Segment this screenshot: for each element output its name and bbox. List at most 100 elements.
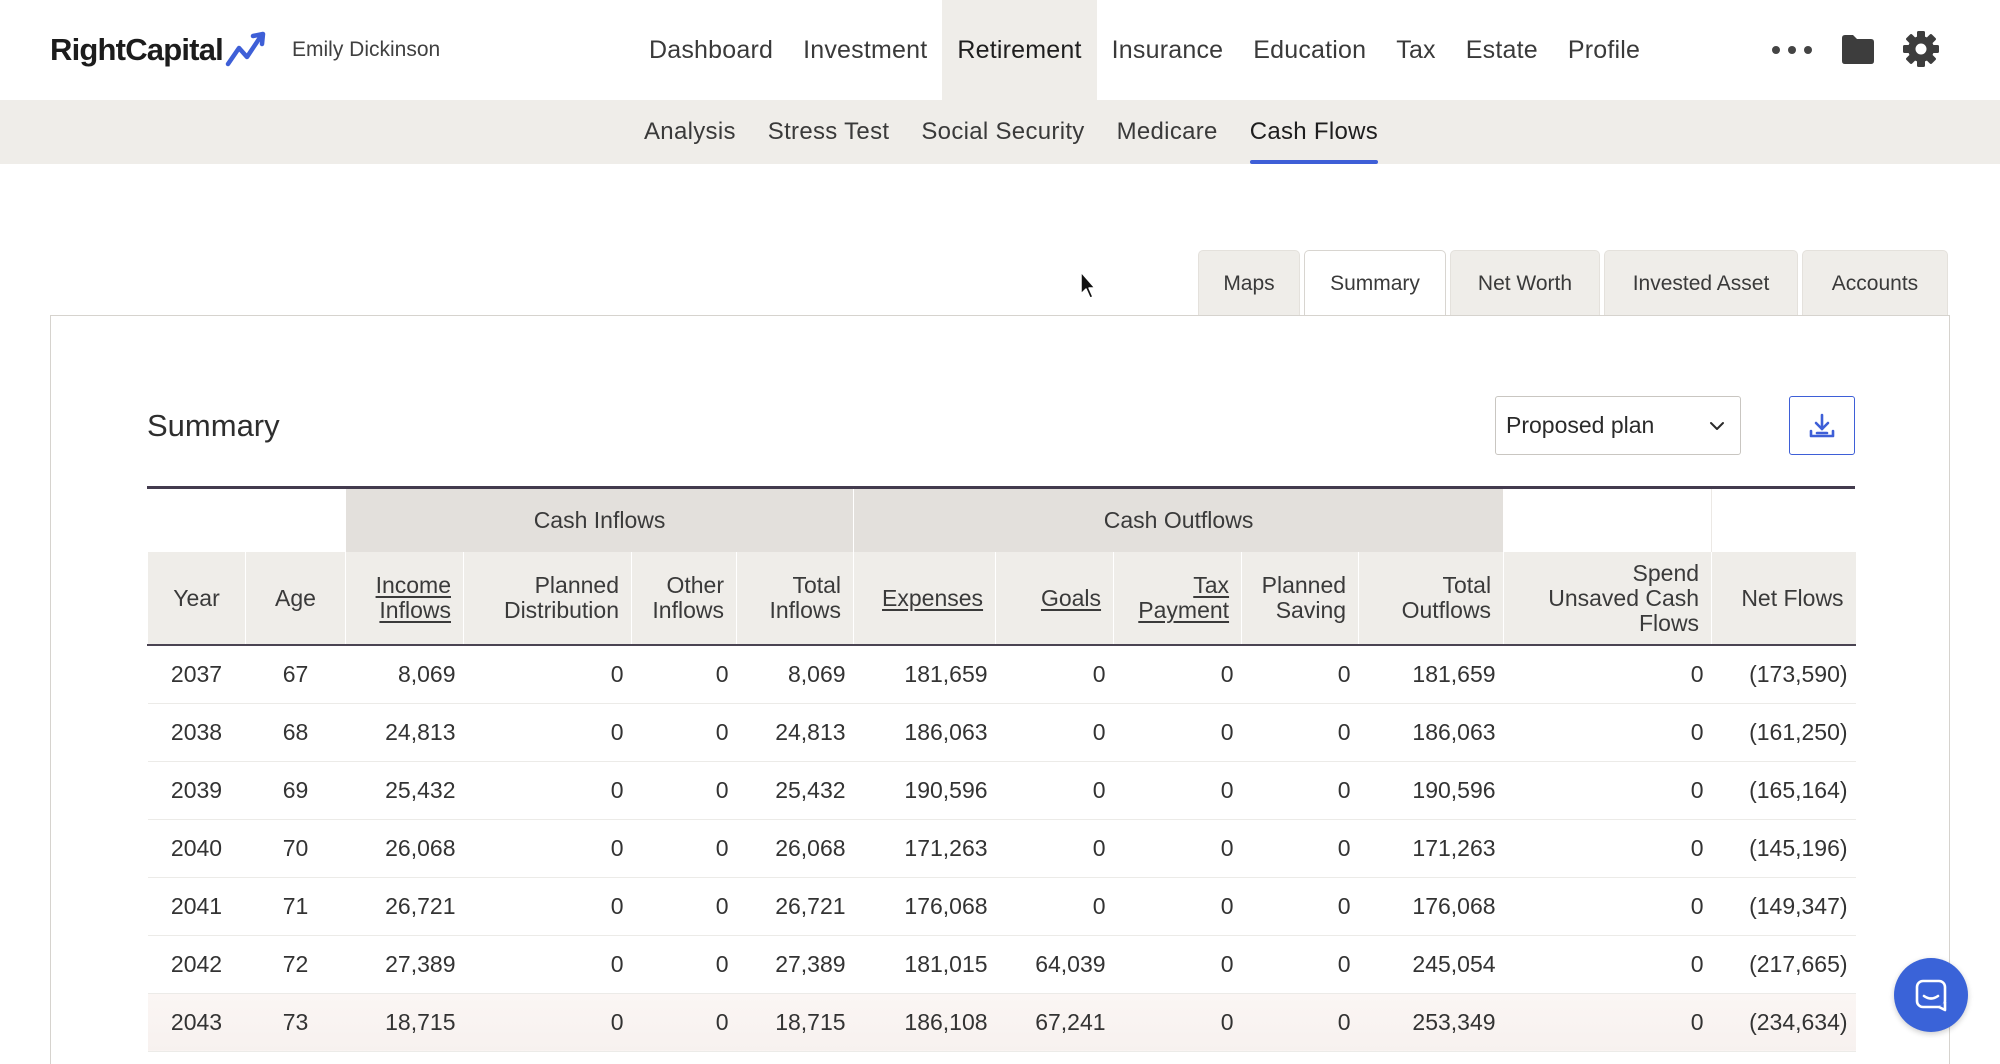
- cell-income-inflows: 27,389: [345, 935, 464, 994]
- cell-planned-distribution: 0: [463, 645, 632, 704]
- cell-total-outflows: 190,596: [1358, 761, 1504, 820]
- client-name[interactable]: Emily Dickinson: [292, 38, 440, 62]
- cell-goals: 0: [995, 703, 1114, 762]
- cell-other-inflows: 0: [631, 761, 737, 820]
- cell-expenses: 190,596: [853, 761, 996, 820]
- cell-tax-payment: 0: [1113, 819, 1242, 878]
- cell-goals: 0: [995, 645, 1114, 704]
- nav-tax[interactable]: Tax: [1381, 0, 1451, 100]
- subnav-analysis[interactable]: Analysis: [628, 100, 752, 164]
- nav-education[interactable]: Education: [1238, 0, 1381, 100]
- group-cash-inflows: Cash Inflows: [344, 489, 855, 552]
- col-year: Year: [147, 552, 246, 646]
- cell-year: 2042: [147, 935, 246, 994]
- table-body: 2037 67 8,069 0 0 8,069 181,659 0 0 0 181,659 0 (173…: [147, 645, 1856, 1052]
- cell-tax-payment: 0: [1113, 993, 1242, 1052]
- cell-age: 68: [245, 703, 346, 762]
- cell-planned-distribution: 0: [463, 935, 632, 994]
- cell-spend-unsaved-cash-flows: 0: [1503, 877, 1712, 936]
- table-row: 2037 67 8,069 0 0 8,069 181,659 0 0 0 181,659 0 (173…: [147, 645, 1856, 704]
- cell-planned-saving: 0: [1241, 877, 1359, 936]
- nav-insurance[interactable]: Insurance: [1097, 0, 1239, 100]
- subnav-social-security[interactable]: Social Security: [905, 100, 1100, 164]
- cell-expenses: 181,015: [853, 935, 996, 994]
- cell-other-inflows: 0: [631, 993, 737, 1052]
- folder-icon[interactable]: [1840, 32, 1876, 66]
- cell-total-outflows: 171,263: [1358, 819, 1504, 878]
- col-goals[interactable]: Goals: [995, 552, 1114, 646]
- table-row: 2040 70 26,068 0 0 26,068 171,263 0 0 0 171,263 0 (1…: [147, 819, 1856, 878]
- cell-expenses: 176,068: [853, 877, 996, 936]
- cell-goals: 0: [995, 877, 1114, 936]
- plan-select-value: Proposed plan: [1506, 412, 1655, 438]
- summary-panel: Summary Proposed plan Cash Inflows Cash …: [50, 315, 1950, 1064]
- page-tabs: Maps Summary Net Worth Invested Asset Ac…: [1198, 250, 1948, 317]
- cell-total-inflows: 25,432: [736, 761, 854, 820]
- col-total-inflows: Total Inflows: [735, 552, 854, 646]
- cell-income-inflows: 8,069: [345, 645, 464, 704]
- cell-planned-saving: 0: [1241, 761, 1359, 820]
- more-icon[interactable]: [1772, 40, 1812, 60]
- nav-estate[interactable]: Estate: [1451, 0, 1553, 100]
- table-row: 2042 72 27,389 0 0 27,389 181,015 64,039 0 0 245,0…: [147, 935, 1856, 994]
- cell-goals: 67,241: [995, 993, 1114, 1052]
- cell-net-flows: (173,590): [1711, 645, 1856, 704]
- tab-maps[interactable]: Maps: [1198, 250, 1300, 316]
- logo-text: RightCapital: [50, 32, 224, 67]
- cell-planned-distribution: 0: [463, 993, 632, 1052]
- tab-invested-asset[interactable]: Invested Asset: [1604, 250, 1798, 316]
- cell-net-flows: (217,665): [1711, 935, 1856, 994]
- chat-icon: [1915, 979, 1947, 1012]
- cell-tax-payment: 0: [1113, 645, 1242, 704]
- sub-nav: Analysis Stress Test Social Security Med…: [0, 100, 2000, 164]
- subnav-medicare[interactable]: Medicare: [1101, 100, 1234, 164]
- subnav-cash-flows[interactable]: Cash Flows: [1234, 100, 1394, 164]
- cell-spend-unsaved-cash-flows: 0: [1503, 993, 1712, 1052]
- plan-select[interactable]: Proposed plan: [1495, 396, 1741, 455]
- cell-age: 70: [245, 819, 346, 878]
- nav-investment[interactable]: Investment: [788, 0, 942, 100]
- group-spacer: [147, 489, 346, 552]
- cell-planned-saving: 0: [1241, 703, 1359, 762]
- tab-accounts[interactable]: Accounts: [1802, 250, 1948, 316]
- cell-planned-saving: 0: [1241, 993, 1359, 1052]
- tab-net-worth[interactable]: Net Worth: [1450, 250, 1600, 316]
- cell-planned-distribution: 0: [463, 819, 632, 878]
- nav-retirement[interactable]: Retirement: [942, 0, 1097, 100]
- cell-planned-distribution: 0: [463, 761, 632, 820]
- chat-button[interactable]: [1894, 958, 1968, 1032]
- cell-spend-unsaved-cash-flows: 0: [1503, 935, 1712, 994]
- subnav-stress-test[interactable]: Stress Test: [752, 100, 906, 164]
- cell-planned-saving: 0: [1241, 819, 1359, 878]
- cell-tax-payment: 0: [1113, 761, 1242, 820]
- cell-total-inflows: 26,068: [736, 819, 854, 878]
- cell-total-inflows: 18,715: [736, 993, 854, 1052]
- col-age: Age: [245, 552, 346, 646]
- nav-profile[interactable]: Profile: [1553, 0, 1655, 100]
- logo[interactable]: RightCapital: [50, 30, 271, 70]
- cell-total-outflows: 245,054: [1358, 935, 1504, 994]
- table-row: 2041 71 26,721 0 0 26,721 176,068 0 0 0 176,068 0 (1…: [147, 877, 1856, 936]
- cell-income-inflows: 25,432: [345, 761, 464, 820]
- col-expenses[interactable]: Expenses: [853, 552, 996, 646]
- cell-age: 67: [245, 645, 346, 704]
- col-other-inflows: Other Inflows: [631, 552, 737, 646]
- logo-arrow-icon: [225, 31, 266, 67]
- cell-goals: 0: [995, 819, 1114, 878]
- cash-flow-table: Cash Inflows Cash Outflows Year Age Inco…: [147, 486, 1856, 1052]
- cell-planned-saving: 0: [1241, 645, 1359, 704]
- cell-net-flows: (165,164): [1711, 761, 1856, 820]
- cell-net-flows: (234,634): [1711, 993, 1856, 1052]
- cell-year: 2041: [147, 877, 246, 936]
- nav-dashboard[interactable]: Dashboard: [634, 0, 788, 100]
- cell-total-inflows: 27,389: [736, 935, 854, 994]
- col-income-inflows[interactable]: Income Inflows: [345, 552, 464, 646]
- col-net-flows: Net Flows: [1711, 552, 1856, 646]
- tab-summary[interactable]: Summary: [1304, 250, 1446, 317]
- cell-total-outflows: 181,659: [1358, 645, 1504, 704]
- col-tax-payment[interactable]: Tax Payment: [1113, 552, 1242, 646]
- download-button[interactable]: [1789, 396, 1855, 455]
- cell-year: 2039: [147, 761, 246, 820]
- cell-net-flows: (145,196): [1711, 819, 1856, 878]
- gear-icon[interactable]: [1902, 30, 1940, 68]
